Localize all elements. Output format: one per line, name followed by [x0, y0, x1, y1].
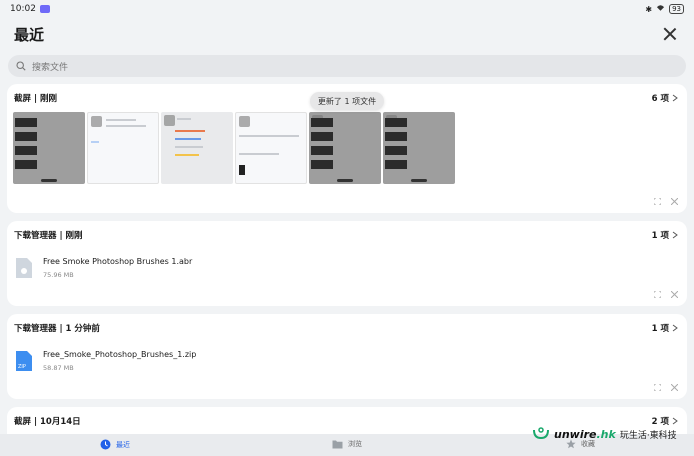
group-count: 1 项: [651, 231, 669, 241]
screenshot-thumbnail[interactable]: [235, 112, 307, 184]
close-icon[interactable]: [660, 24, 680, 44]
update-toast: 更新了 1 项文件: [310, 92, 384, 110]
watermark: unwire.hk 玩生活·東科技: [532, 426, 677, 442]
recent-group-downloads-earlier: 下载管理器 | 1 分钟前 1 项 ZIP Free_Smoke_Photosh…: [7, 314, 687, 399]
file-item[interactable]: ZIP Free_Smoke_Photoshop_Brushes_1.zip 5…: [7, 342, 687, 372]
clock-icon: [100, 439, 111, 450]
screenshot-thumbnail[interactable]: [87, 112, 159, 184]
tab-recent[interactable]: 最近: [100, 439, 130, 450]
zip-file-icon: ZIP: [16, 351, 32, 371]
recent-group-downloads: 下载管理器 | 刚刚 1 项 Free Smoke Photoshop Brus…: [7, 221, 687, 306]
chevron-right-icon: [672, 324, 678, 332]
screenshot-thumbnail[interactable]: [161, 112, 233, 184]
search-input[interactable]: 搜索文件: [8, 55, 686, 77]
search-icon: [16, 61, 26, 71]
status-bar: 10:02 ✱ 93: [0, 0, 694, 18]
thumbnail-strip: [7, 112, 687, 184]
group-title: 下载管理器 | 1 分钟前: [14, 324, 100, 334]
file-name: Free_Smoke_Photoshop_Brushes_1.zip: [43, 350, 197, 359]
tab-label: 最近: [116, 440, 130, 449]
dismiss-icon[interactable]: [671, 384, 678, 391]
group-title: 截屏 | 10月14日: [14, 417, 81, 427]
file-name: Free Smoke Photoshop Brushes 1.abr: [43, 257, 193, 266]
file-size: 58.87 MB: [43, 364, 74, 372]
search-placeholder: 搜索文件: [32, 62, 69, 73]
screenshot-thumbnail[interactable]: [383, 112, 455, 184]
screenshot-thumbnail[interactable]: [309, 112, 381, 184]
watermark-tagline: 玩生活·東科技: [619, 430, 677, 441]
expand-icon[interactable]: [654, 198, 661, 205]
app-notification-icon: [39, 5, 50, 13]
group-count-button[interactable]: 1 项: [652, 322, 678, 334]
expand-icon[interactable]: [654, 384, 661, 391]
folder-icon: [332, 440, 343, 449]
header: 最近: [0, 20, 694, 48]
group-count-button[interactable]: 1 项: [652, 229, 678, 241]
bluetooth-icon: ✱: [645, 4, 653, 14]
page-title: 最近: [14, 25, 45, 44]
watermark-brand: unwire.hk: [554, 427, 616, 441]
unknown-file-icon: [16, 258, 32, 278]
chevron-right-icon: [672, 231, 678, 239]
file-size: 75.96 MB: [43, 271, 74, 279]
tab-label: 浏览: [348, 440, 362, 448]
status-time: 10:02: [10, 4, 36, 14]
expand-icon[interactable]: [654, 291, 661, 298]
group-title: 截屏 | 刚刚: [14, 94, 58, 104]
group-count: 6 项: [651, 94, 669, 104]
dismiss-icon[interactable]: [671, 291, 678, 298]
group-title: 下载管理器 | 刚刚: [14, 231, 83, 241]
group-count-button[interactable]: 6 项: [652, 92, 678, 104]
dismiss-icon[interactable]: [671, 198, 678, 205]
group-count: 1 项: [651, 324, 669, 334]
wifi-icon: [656, 4, 665, 14]
chevron-right-icon: [672, 94, 678, 102]
unwire-logo-icon: [533, 427, 549, 440]
chevron-right-icon: [672, 417, 678, 425]
zip-badge-text: ZIP: [18, 364, 26, 370]
screenshot-thumbnail[interactable]: [13, 112, 85, 184]
battery-indicator: 93: [669, 4, 684, 14]
tab-browse[interactable]: 浏览: [332, 439, 362, 449]
file-item[interactable]: Free Smoke Photoshop Brushes 1.abr 75.96…: [7, 249, 687, 279]
